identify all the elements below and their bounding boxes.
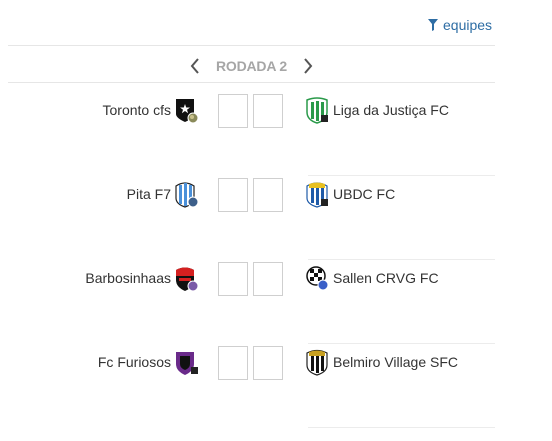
checkered-crest-icon: [305, 264, 329, 292]
away-team[interactable]: Belmiro Village SFC: [305, 348, 458, 376]
star-shield-crest-icon: [175, 96, 199, 124]
next-round-button[interactable]: [299, 56, 317, 76]
round-navigation: RODADA 2: [8, 54, 495, 78]
away-team-name: UBDC FC: [333, 186, 396, 202]
away-score-input[interactable]: [253, 178, 283, 212]
home-score-input[interactable]: [218, 346, 248, 380]
round-label: RODADA 2: [216, 58, 287, 74]
prev-round-button[interactable]: [186, 56, 204, 76]
home-team[interactable]: Barbosinhaas: [85, 264, 199, 292]
home-team-name: Toronto cfs: [102, 102, 171, 118]
away-score-input[interactable]: [253, 262, 283, 296]
home-score-input[interactable]: [218, 94, 248, 128]
purple-black-crest-icon: [175, 348, 199, 376]
away-team-name: Liga da Justiça FC: [333, 102, 449, 118]
away-team-name: Sallen CRVG FC: [333, 270, 439, 286]
home-team-name: Barbosinhaas: [85, 270, 171, 286]
away-score-input[interactable]: [253, 346, 283, 380]
chevron-right-icon: [304, 58, 313, 74]
home-team[interactable]: Pita F7: [127, 180, 199, 208]
blue-stripes-crest-icon: [175, 180, 199, 208]
home-score-input[interactable]: [218, 178, 248, 212]
away-team[interactable]: Sallen CRVG FC: [305, 264, 439, 292]
filter-icon: [428, 19, 438, 31]
away-score-input[interactable]: [253, 94, 283, 128]
match-divider: [308, 427, 495, 428]
green-stripes-crest-icon: [305, 96, 329, 124]
top-divider: [8, 45, 495, 46]
home-team[interactable]: Toronto cfs: [103, 96, 199, 124]
match-row: Barbosinhaas Sallen CRVG FC: [8, 260, 495, 344]
home-team-name: Fc Furiosos: [97, 354, 171, 370]
teams-filter-button[interactable]: equipes: [428, 17, 492, 33]
blue-stripes-crest-icon: [305, 180, 329, 208]
match-row: Toronto cfs Liga da Justiça FC: [8, 92, 495, 176]
away-team-name: Belmiro Village SFC: [333, 354, 459, 370]
match-row: Pita F7 UBDC FC: [8, 176, 495, 260]
away-team[interactable]: Liga da Justiça FC: [305, 96, 449, 124]
home-team[interactable]: Fc Furiosos: [98, 348, 199, 376]
round-divider: [8, 82, 495, 83]
home-score-input[interactable]: [218, 262, 248, 296]
home-team-name: Pita F7: [126, 186, 171, 202]
teams-filter-label: equipes: [443, 17, 493, 33]
chevron-left-icon: [190, 58, 199, 74]
black-white-stripes-crest-icon: [305, 348, 329, 376]
red-black-crest-icon: [175, 264, 199, 292]
match-row: Fc Furiosos Belmiro Village SFC: [8, 344, 495, 428]
away-team[interactable]: UBDC FC: [305, 180, 395, 208]
